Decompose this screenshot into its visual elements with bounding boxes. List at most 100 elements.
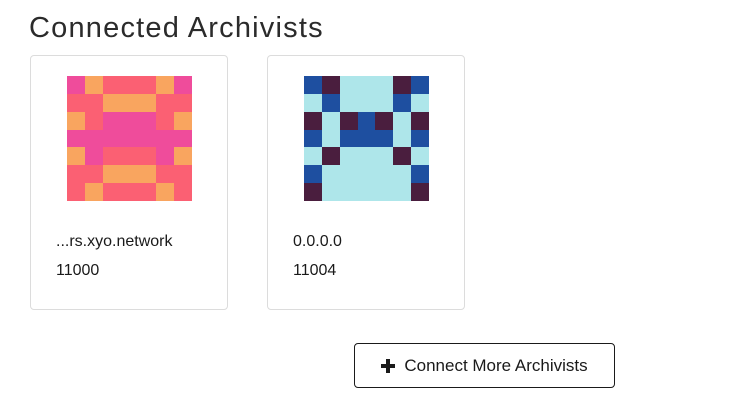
identicon-cell (174, 183, 192, 201)
identicon-cell (339, 165, 358, 184)
identicon-cell (84, 93, 103, 112)
identicon-cell (67, 183, 85, 201)
identicon-cell (393, 147, 412, 166)
connect-more-archivists-button[interactable]: Connect More Archivists (354, 343, 615, 388)
connect-button-label: Connect More Archivists (404, 355, 588, 375)
identicon-cell (156, 165, 175, 184)
identicon-cell (156, 76, 175, 94)
identicon-cell (304, 111, 322, 130)
identicon-cell (138, 183, 157, 201)
archivist-card[interactable]: ...rs.xyo.network 11000 (30, 55, 228, 310)
identicon-cell (102, 76, 121, 94)
identicon-cell (102, 111, 121, 130)
identicon-cell (321, 111, 340, 130)
page-title: Connected Archivists (29, 12, 324, 44)
identicon-cell (84, 147, 103, 166)
identicon-cell (156, 111, 175, 130)
archivist-host: 0.0.0.0 (293, 233, 342, 250)
identicon-cell (138, 111, 157, 130)
archivist-port: 11004 (293, 262, 337, 279)
identicon-cell (339, 129, 358, 148)
identicon-cell (375, 76, 394, 94)
identicon-cell (174, 147, 192, 166)
archivist-host: ...rs.xyo.network (56, 233, 173, 250)
identicon-cell (102, 183, 121, 201)
identicon-cell (156, 183, 175, 201)
identicon-cell (357, 129, 376, 148)
identicon-cell (339, 147, 358, 166)
identicon-cell (321, 147, 340, 166)
identicon-cell (411, 165, 429, 184)
identicon-cell (321, 165, 340, 184)
identicon-cell (304, 165, 322, 184)
identicon-cell (120, 147, 139, 166)
identicon-cell (321, 183, 340, 201)
identicon-cell (67, 165, 85, 184)
identicon-cell (375, 147, 394, 166)
identicon-cell (411, 147, 429, 166)
identicon-cell (138, 165, 157, 184)
identicon-cell (393, 111, 412, 130)
identicon-cell (102, 147, 121, 166)
identicon-cell (375, 129, 394, 148)
identicon-cell (393, 76, 412, 94)
identicon-cell (375, 111, 394, 130)
identicon-cell (67, 111, 85, 130)
archivist-card[interactable]: 0.0.0.0 11004 (267, 55, 465, 310)
identicon-cell (138, 129, 157, 148)
identicon-cell (321, 129, 340, 148)
identicon-cell (138, 147, 157, 166)
identicon-cell (67, 147, 85, 166)
identicon-cell (339, 111, 358, 130)
identicon-cell (357, 165, 376, 184)
identicon-cell (393, 183, 412, 201)
identicon-cell (304, 147, 322, 166)
identicon-cell (156, 129, 175, 148)
identicon-cell (411, 183, 429, 201)
identicon-cell (304, 129, 322, 148)
identicon-cell (138, 76, 157, 94)
identicon-cell (156, 147, 175, 166)
page: Connected Archivists ...rs.xyo.network 1… (0, 0, 731, 416)
identicon-cell (156, 93, 175, 112)
identicon-cell (375, 183, 394, 201)
identicon-cell (102, 93, 121, 112)
identicon-cell (321, 76, 340, 94)
identicon-cell (120, 93, 139, 112)
identicon-cell (120, 76, 139, 94)
identicon-cell (84, 129, 103, 148)
identicon-cell (357, 111, 376, 130)
identicon-cell (174, 129, 192, 148)
identicon-cell (375, 93, 394, 112)
identicon-cell (120, 111, 139, 130)
identicon-cell (174, 165, 192, 184)
identicon-cell (393, 165, 412, 184)
identicon-cell (304, 76, 322, 94)
identicon-cell (357, 76, 376, 94)
identicon-cell (102, 165, 121, 184)
plus-icon (381, 358, 396, 373)
identicon-cell (321, 93, 340, 112)
identicon-cell (375, 165, 394, 184)
identicon-cell (357, 93, 376, 112)
identicon-cell (84, 76, 103, 94)
identicon-cell (411, 129, 429, 148)
identicon-cell (304, 183, 322, 201)
archivist-port: 11000 (56, 262, 100, 279)
identicon-cell (339, 93, 358, 112)
identicon-cell (393, 93, 412, 112)
identicon-cell (102, 129, 121, 148)
identicon-cell (174, 93, 192, 112)
identicon-pink-orange (67, 76, 192, 201)
identicon-cell (84, 111, 103, 130)
identicon-cell (339, 183, 358, 201)
identicon-cell (67, 76, 85, 94)
identicon-cell (84, 165, 103, 184)
identicon-cell (120, 129, 139, 148)
identicon-cell (357, 183, 376, 201)
identicon-cell (67, 93, 85, 112)
identicon-cell (174, 76, 192, 94)
identicon-cell (357, 147, 376, 166)
identicon-blue-cyan (304, 76, 429, 201)
identicon-cell (120, 165, 139, 184)
